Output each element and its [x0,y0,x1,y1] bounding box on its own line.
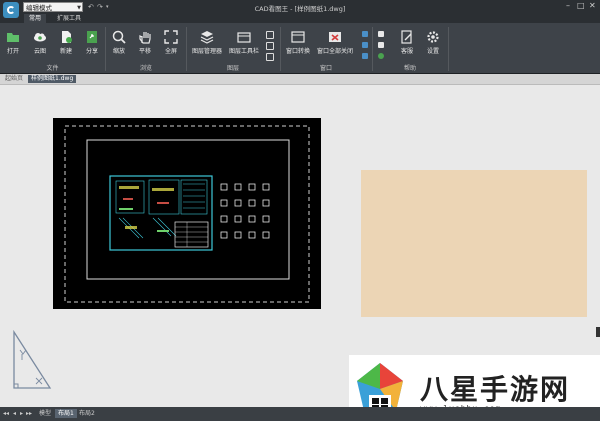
layer-toolbar-icon [237,32,251,43]
share-button[interactable]: 分享 [79,26,105,59]
group-label-help: 帮助 [403,65,416,72]
open-button[interactable]: 打开 [0,26,26,59]
share-label: 分享 [85,48,98,55]
share-icon [87,31,97,43]
info-icon[interactable] [378,53,384,59]
layer-toolbar-label: 图层工具栏 [228,48,259,55]
layer-small-icon-3[interactable] [266,53,274,61]
next-layout-icon[interactable]: ▸ [20,410,23,417]
help-list-icon[interactable] [378,42,384,48]
title-bar: 编辑模式 ▼ ↶ ↷ ▾ CAD看图王 - [样例图纸1.dwg] – □ ✕ [0,0,600,18]
tile-icon[interactable] [362,31,368,37]
maximize-icon[interactable]: □ [577,1,585,10]
group-label-window: 窗口 [319,65,332,72]
tab-home[interactable]: 常用 [24,14,47,23]
window-switch-icon [291,31,305,43]
fullscreen-label: 全屏 [164,48,177,55]
pan-button[interactable]: 平移 [132,26,158,59]
layer-small-icon-2[interactable] [266,42,274,50]
beige-preview-panel [361,170,587,317]
customer-service-button[interactable]: 客服 [394,26,420,59]
ucs-icon [13,330,52,389]
layers-icon [200,31,214,44]
tab-extensions[interactable]: 扩展工具 [52,14,86,23]
prev-layout-icon[interactable]: ◂ [13,410,16,417]
open-label: 打开 [6,48,19,55]
ribbon: 打开 云图 新建 分享 文件 缩放 平移 全屏 浏览 图层管理器 图层工具栏 图… [0,23,600,74]
folder-icon [7,33,19,42]
new-label: 新建 [59,48,72,55]
close-icon[interactable]: ✕ [589,1,596,10]
gear-icon [427,31,439,43]
cloud-label: 云图 [33,48,46,55]
new-file-icon [62,31,72,43]
zoom-button[interactable]: 缩放 [106,26,132,59]
layout-tab-bar: ◂◂ ◂ ▸ ▸▸ 模型 布局1 布局2 [0,407,600,421]
group-label-layer: 图层 [226,65,239,72]
tab-layout-2[interactable]: 布局2 [76,409,98,418]
document-tabs: 起始页 样例图纸1.dwg [0,74,600,85]
close-all-windows-button[interactable]: 窗口全部关闭 [316,26,354,59]
edit-doc-icon [401,30,412,44]
new-button[interactable]: 新建 [53,26,79,59]
minimize-icon[interactable]: – [566,1,570,10]
close-all-label: 窗口全部关闭 [316,48,353,55]
pan-label: 平移 [138,48,151,55]
group-label-file: 文件 [46,65,59,72]
zoom-label: 缩放 [112,48,125,55]
window-switch-button[interactable]: 窗口转换 [283,26,313,59]
fullscreen-icon [164,30,178,44]
cloud-icon [34,33,46,42]
group-label-browse: 浏览 [139,65,152,72]
window-title: CAD看图王 - [样例图纸1.dwg] [254,5,346,13]
settings-button[interactable]: 设置 [420,26,446,59]
layer-toolbar-button[interactable]: 图层工具栏 [227,26,261,59]
cad-drawing [64,125,310,303]
layer-manager-button[interactable]: 图层管理器 [190,26,224,59]
layer-manager-label: 图层管理器 [191,48,222,55]
paper-sheet [53,118,321,309]
layer-small-icon-1[interactable] [266,31,274,39]
fullscreen-button[interactable]: 全屏 [158,26,184,59]
cascade-icon[interactable] [362,42,368,48]
tab-layout-1[interactable]: 布局1 [55,409,77,418]
tab-sample-drawing[interactable]: 样例图纸1.dwg [28,75,77,83]
tab-start-page[interactable]: 起始页 [2,75,26,83]
app-logo-icon[interactable] [3,2,19,18]
help-grid-icon[interactable] [378,31,384,37]
last-layout-icon[interactable]: ▸▸ [26,410,32,417]
first-layout-icon[interactable]: ◂◂ [3,410,9,417]
ribbon-tab-row: 常用 扩展工具 [0,14,600,23]
window-switch-label: 窗口转换 [285,48,310,55]
tab-model[interactable]: 模型 [36,409,54,418]
watermark-brand-text: 八星手游网 [420,373,571,406]
hand-icon [139,32,151,44]
close-all-icon [329,32,341,42]
canvas-edge-marker [596,327,600,337]
magnifier-icon [112,30,126,44]
settings-label: 设置 [426,48,439,55]
arrange-icon[interactable] [362,53,368,59]
cloud-button[interactable]: 云图 [27,26,53,59]
group-divider [448,27,449,71]
customer-service-label: 客服 [400,48,413,55]
